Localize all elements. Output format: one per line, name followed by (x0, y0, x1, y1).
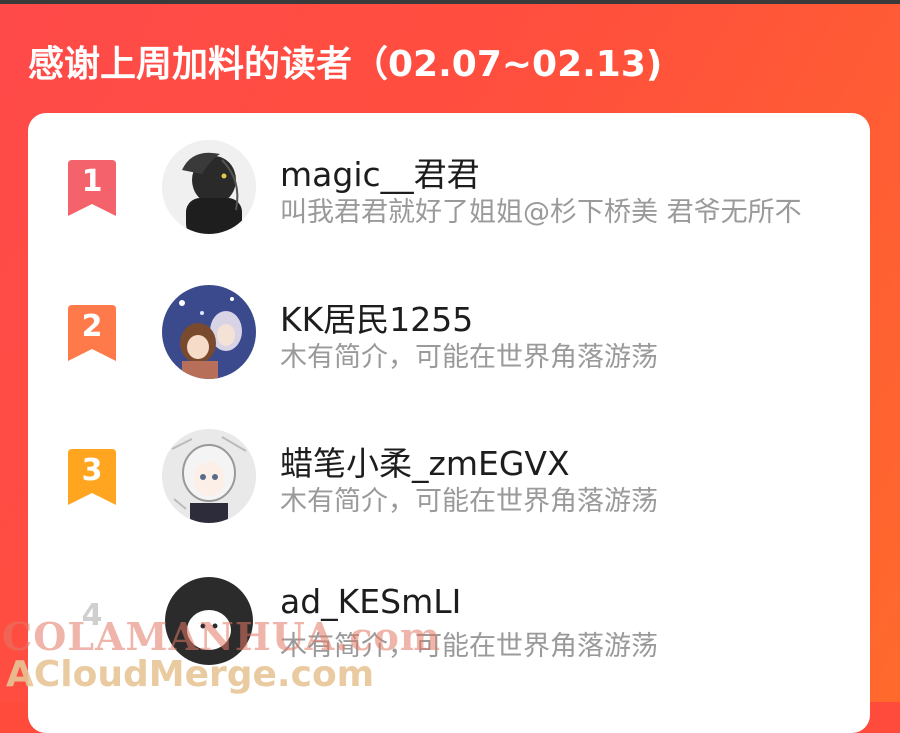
page-title: 感谢上周加料的读者（02.07~02.13) (28, 44, 663, 85)
list-item[interactable]: 2 KK居民1255 木有简介，可能在世界角落游荡 (28, 285, 870, 405)
rank-number: 2 (81, 309, 103, 344)
watermark-text: ACloudMerge.com (6, 654, 375, 695)
reader-bio: 木有简介，可能在世界角落游荡 (280, 486, 658, 517)
reader-name: 蜡笔小柔_zmEGVX (280, 444, 570, 483)
reader-name: magic__君君 (280, 155, 480, 194)
avatar[interactable] (162, 140, 256, 234)
avatar[interactable] (162, 285, 256, 379)
reader-bio: 叫我君君就好了姐姐@杉下桥美 君爷无所不 (280, 197, 802, 228)
avatar[interactable] (162, 429, 256, 523)
avatar-image (162, 429, 256, 523)
avatar-image (162, 140, 256, 234)
list-item[interactable]: 1 magic__君君 叫我君君就好了姐姐@杉下桥美 君爷无所不 (28, 140, 870, 260)
rank-badge: 3 (68, 449, 116, 505)
avatar-image (162, 285, 256, 379)
reader-name: KK居民1255 (280, 300, 474, 339)
rank-badge: 2 (68, 305, 116, 361)
reader-bio: 木有简介，可能在世界角落游荡 (280, 342, 658, 373)
watermark-text: COLAMANHUA.com (2, 614, 442, 659)
list-item[interactable]: 3 蜡笔小柔_zmEGVX 木有简介，可能在世界角落游荡 (28, 429, 870, 549)
rank-number: 1 (81, 164, 103, 199)
rank-badge: 1 (68, 160, 116, 216)
rank-number: 3 (81, 453, 103, 488)
